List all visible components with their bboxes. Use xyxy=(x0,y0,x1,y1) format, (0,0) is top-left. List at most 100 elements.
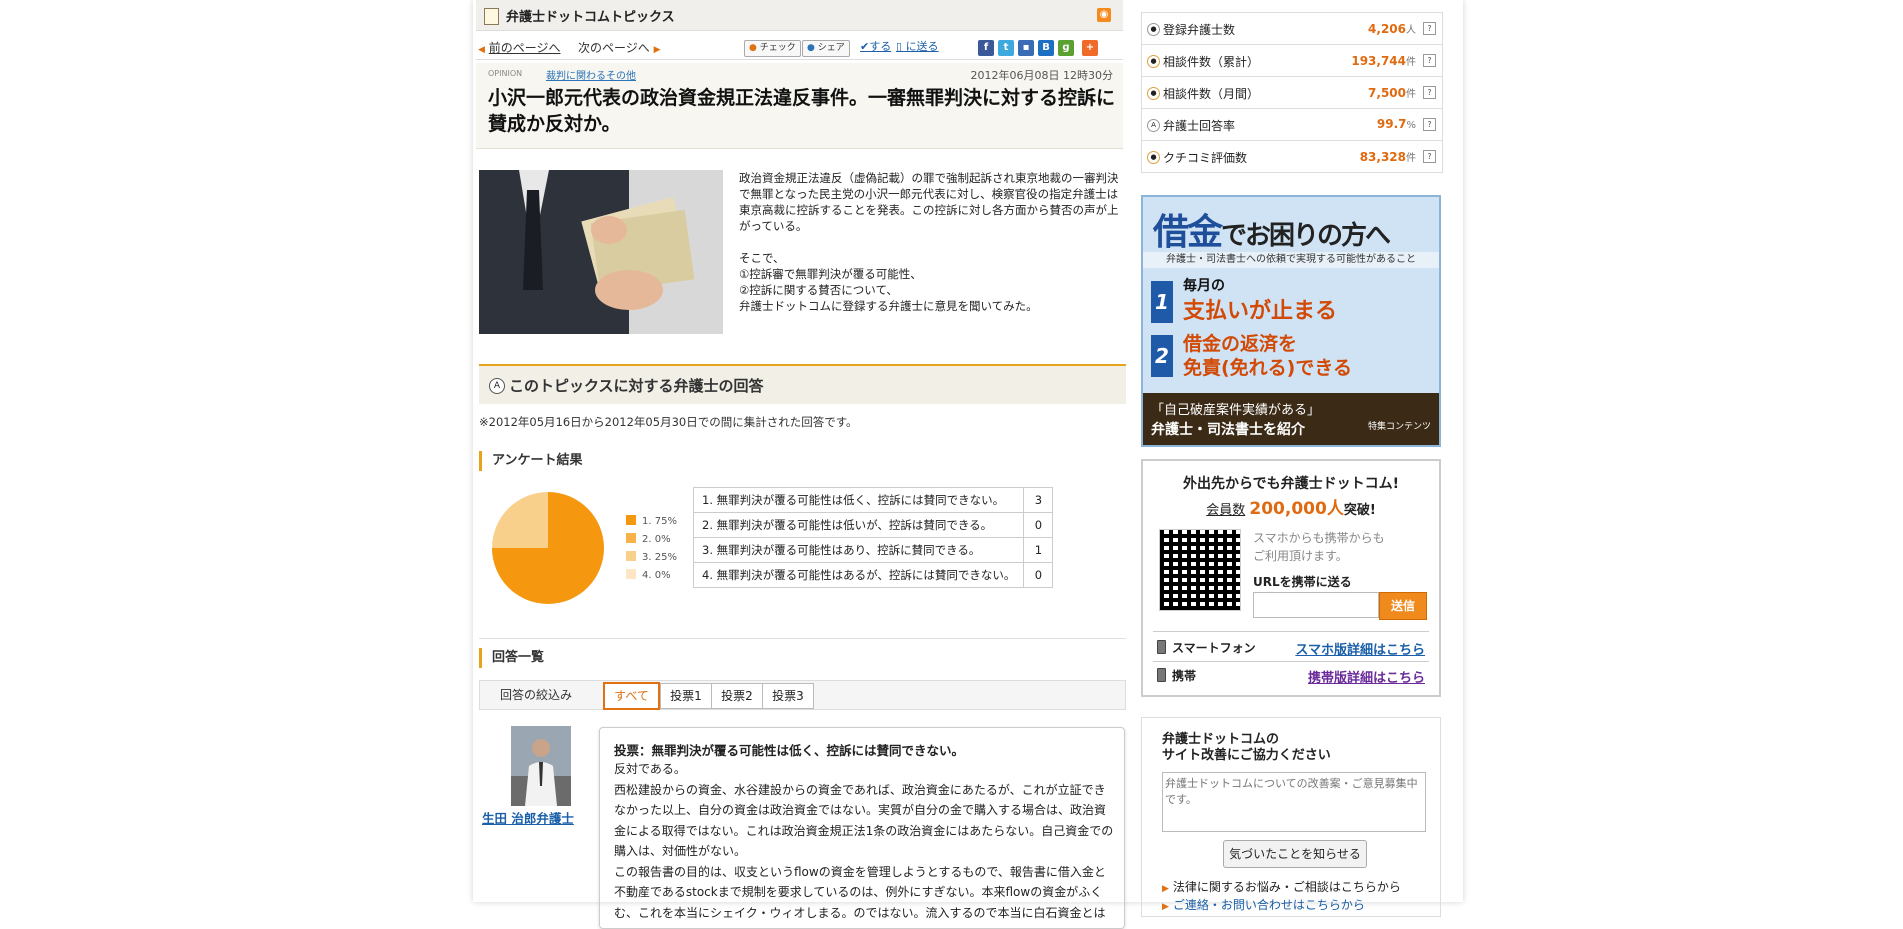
lead-line: そこで、 xyxy=(739,251,785,265)
mobile-desc: スマホからも携帯からも ご利用頂けます。 xyxy=(1253,531,1385,563)
sidebar: ● 登録弁護士数 4,206人? ● 相談件数（累計） 193,744件? ● 相談件数（… xyxy=(1141,12,1443,917)
table-row: 1. 無罪判決が覆る可能性は低く、控訴には賛同できない。 3 xyxy=(692,487,1054,513)
share-button[interactable]: ● シェア xyxy=(802,40,850,57)
opinion-label: OPINION xyxy=(488,69,523,78)
article-title: 小沢一郎元代表の政治資金規正法違反事件。一審無罪判決に対する控訴に賛成か反対か。 xyxy=(488,87,1116,135)
chat-icon: ● xyxy=(1147,151,1160,164)
tab-vote2[interactable]: 投票2 xyxy=(711,683,763,709)
page-nav: ◀ 前のページへ 次のページへ ▶ ● チェック ● シェア ✔する ▯ に送る… xyxy=(476,31,1123,60)
help-icon[interactable]: ? xyxy=(1423,118,1436,131)
consult-link[interactable]: ▶ 法律に関するお悩み・ご相談はこちらから xyxy=(1162,878,1401,895)
stat-row: A 弁護士回答率 99.7%? xyxy=(1142,109,1442,141)
lawyer-photo[interactable] xyxy=(511,726,571,806)
url-send-label: URLを携帯に送る xyxy=(1253,575,1352,589)
feedback-box: 弁護士ドットコムのサイト改善にご協力ください 気づいたことを知らせる ▶法律に関… xyxy=(1141,717,1441,917)
survey-results-table: 1. 無罪判決が覆る可能性は低く、控訴には賛同できない。 3 2. 無罪判決が覆る… xyxy=(692,487,1054,588)
stat-row: ● 相談件数（月間） 7,500件? xyxy=(1142,77,1442,109)
stat-row: ● 相談件数（累計） 193,744件? xyxy=(1142,45,1442,77)
mobile-title: 外出先からでも弁護士ドットコム! xyxy=(1183,476,1399,492)
answer-list-heading: 回答一覧 xyxy=(479,648,544,668)
qr-code xyxy=(1159,529,1241,611)
feedback-submit-button[interactable]: 気づいたことを知らせる xyxy=(1223,840,1367,868)
legend-item: 3. 25% xyxy=(626,549,677,567)
filter-label: 回答の絞込み xyxy=(500,688,573,702)
topics-header: 弁護士ドットコムトピックス ◉ xyxy=(476,0,1123,31)
main-column: 弁護士ドットコムトピックス ◉ ◀ 前のページへ 次のページへ ▶ ● チェック… xyxy=(476,0,1126,929)
pie-slice-3 xyxy=(492,492,548,548)
check-button[interactable]: ● チェック xyxy=(744,40,801,57)
delicious-icon[interactable]: ▪ xyxy=(1018,40,1034,56)
rss-icon[interactable]: ◉ xyxy=(1097,8,1111,22)
hatena-icon[interactable]: B xyxy=(1038,40,1054,56)
answers-section-title: このトピックスに対する弁護士の回答 xyxy=(509,377,764,395)
legend-item: 1. 75% xyxy=(626,513,677,531)
answer-a-icon: A xyxy=(489,378,505,394)
help-icon[interactable]: ? xyxy=(1423,86,1436,99)
table-row: 4. 無罪判決が覆る可能性はあるが、控訴には賛同できない。 0 xyxy=(692,562,1054,588)
lead-line: ①控訴審で無罪判決が覆る可能性、 xyxy=(739,267,922,281)
next-page-link[interactable]: 次のページへ ▶ xyxy=(578,39,661,56)
lead-line: ②控訴に関する賛否について、 xyxy=(739,283,898,297)
pie-legend: 1. 75% 2. 0% 3. 25% 4. 0% xyxy=(626,513,677,585)
survey-heading: アンケート結果 xyxy=(479,451,582,471)
smartphone-link[interactable]: スマホ版詳細はこちら xyxy=(1295,639,1425,658)
help-icon[interactable]: ? xyxy=(1423,150,1436,163)
mobile-box: 外出先からでも弁護士ドットコム! 会員数 200,000人突破! スマホからも携… xyxy=(1141,459,1441,697)
feedback-textarea[interactable] xyxy=(1162,772,1426,832)
legend-item: 2. 0% xyxy=(626,531,677,549)
document-icon xyxy=(484,8,499,25)
answer-filter-bar: 回答の絞込み すべて 投票1 投票2 投票3 xyxy=(479,680,1126,710)
suru-link[interactable]: ✔する xyxy=(860,38,891,54)
person-icon: ● xyxy=(1147,23,1160,36)
answer-body: 反対である。 西松建設からの資金、水谷建設からの資金であれば、政治資金にあたるが… xyxy=(614,762,1114,920)
feedback-title: 弁護士ドットコムの サイト改善にご協力ください xyxy=(1162,732,1331,763)
a-icon: A xyxy=(1147,119,1160,132)
table-row: 3. 無罪判決が覆る可能性はあり、控訴に賛同できる。 1 xyxy=(692,537,1054,563)
keitai-link[interactable]: 携帯版詳細はこちら xyxy=(1308,667,1425,686)
stat-row: ● クチコミ評価数 83,328件? xyxy=(1142,141,1442,172)
legend-item: 4. 0% xyxy=(626,567,677,585)
keitai-label: 携帯 xyxy=(1157,667,1196,684)
answer-bubble: 投票：無罪判決が覆る可能性は低く、控訴には賛同できない。 反対である。 西松建設… xyxy=(599,727,1125,929)
tab-all[interactable]: すべて xyxy=(603,682,660,710)
coin-icon: ● xyxy=(1147,55,1160,68)
help-icon[interactable]: ? xyxy=(1423,54,1436,67)
answers-section-header: A このトピックスに対する弁護士の回答 xyxy=(479,364,1126,404)
tab-vote1[interactable]: 投票1 xyxy=(660,683,712,709)
answer-period: ※2012年05月16日から2012年05月30日での間に集計された回答です。 xyxy=(479,415,858,429)
category-link[interactable]: 裁判に関わるその他 xyxy=(546,67,636,82)
prev-page-link[interactable]: ◀ 前のページへ xyxy=(478,39,561,56)
facebook-icon[interactable]: f xyxy=(978,40,994,56)
stats-box: ● 登録弁護士数 4,206人? ● 相談件数（累計） 193,744件? ● 相談件数（… xyxy=(1141,12,1443,173)
google-icon[interactable]: g xyxy=(1058,40,1074,56)
lawyer-name-link[interactable]: 生田 治郎弁護士 xyxy=(482,808,574,827)
tab-vote3[interactable]: 投票3 xyxy=(762,683,814,709)
survey-pie-chart xyxy=(492,492,604,604)
table-row: 2. 無罪判決が覆る可能性は低いが、控訴は賛同できる。 0 xyxy=(692,512,1054,538)
ad-footer: 「自己破産案件実績がある」 弁護士・司法書士を紹介 特集コンテンツ xyxy=(1143,393,1439,445)
divider xyxy=(479,638,1126,639)
contact-link[interactable]: ▶ ご連絡・お問い合わせはこちらから xyxy=(1162,896,1365,913)
email-input[interactable] xyxy=(1253,592,1379,618)
members-count: 会員数 200,000人突破! xyxy=(1206,499,1376,519)
smartphone-label: スマートフォン xyxy=(1157,639,1256,656)
ad-subtitle: 弁護士・司法書士への依頼で実現する可能性があること xyxy=(1143,252,1439,268)
ad-headline: 借金でお困りの方へ xyxy=(1153,211,1391,253)
plus-icon[interactable]: + xyxy=(1082,40,1098,56)
help-icon[interactable]: ? xyxy=(1423,22,1436,35)
article-date: 2012年06月08日 12時30分 xyxy=(970,69,1113,82)
twitter-icon[interactable]: t xyxy=(998,40,1014,56)
page-container: 弁護士ドットコムトピックス ◉ ◀ 前のページへ 次のページへ ▶ ● チェック… xyxy=(473,0,1463,929)
answer-vote: 投票：無罪判決が覆る可能性は低く、控訴には賛同できない。 xyxy=(614,743,965,758)
topics-title: 弁護士ドットコムトピックス xyxy=(506,10,675,25)
stat-row: ● 登録弁護士数 4,206人? xyxy=(1142,13,1442,45)
send-button[interactable]: 送信 xyxy=(1379,592,1427,620)
debt-ad-banner[interactable]: 借金でお困りの方へ 弁護士・司法書士への依頼で実現する可能性があること 1 毎月… xyxy=(1141,195,1441,447)
lead-paragraph: 政治資金規正法違反（虚偽記載）の罪で強制起訴され東京地裁の一審判決で無罪となった… xyxy=(739,171,1119,233)
coin-icon: ● xyxy=(1147,87,1160,100)
article-lead: 政治資金規正法違反（虚偽記載）の罪で強制起訴され東京地裁の一審判決で無罪となった… xyxy=(739,170,1125,314)
lead-line: 弁護士ドットコムに登録する弁護士に意見を聞いてみた。 xyxy=(739,299,1038,313)
article-header: OPINION 裁判に関わるその他 2012年06月08日 12時30分 小沢一… xyxy=(476,63,1123,149)
article-photo xyxy=(479,170,723,334)
send-mobile-link[interactable]: ▯ に送る xyxy=(896,38,939,54)
